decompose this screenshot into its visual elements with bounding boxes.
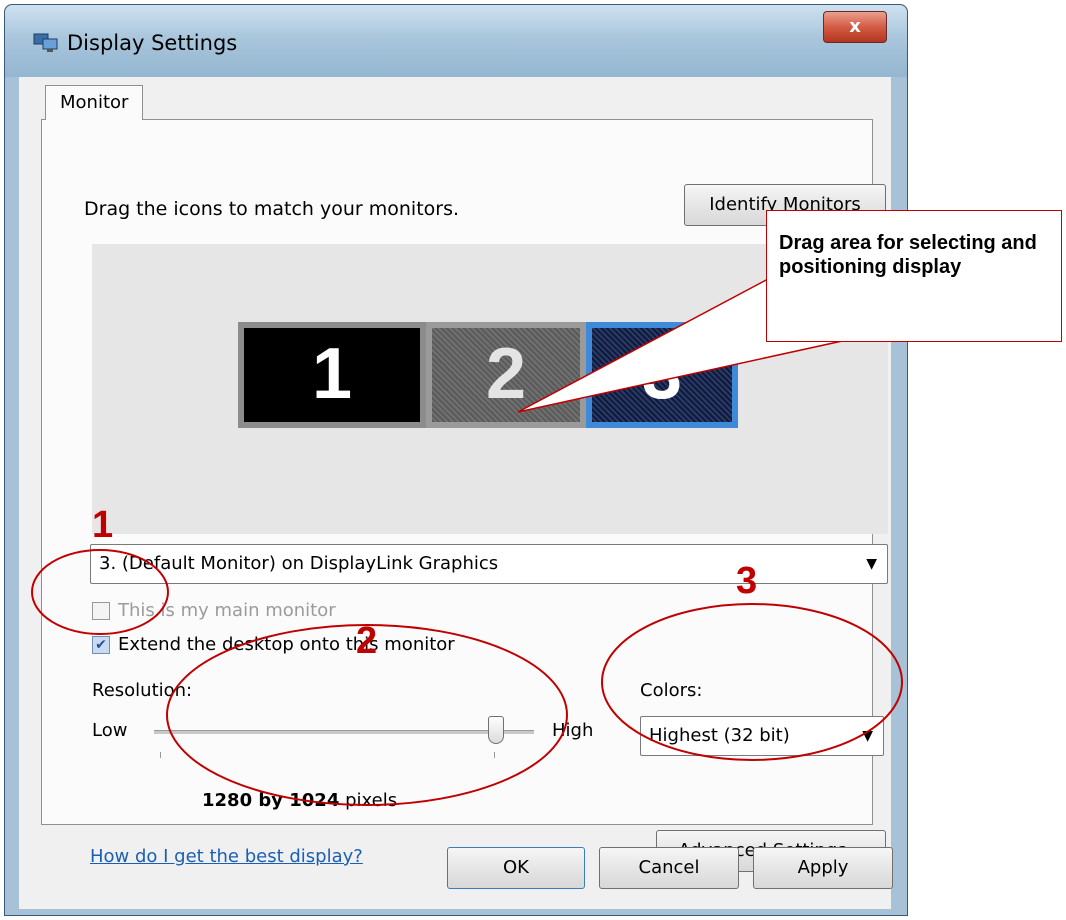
monitor-3-icon[interactable]: 3 — [586, 322, 738, 428]
resolution-unit: pixels — [345, 790, 398, 811]
instruction-text: Drag the icons to match your monitors. — [84, 198, 460, 220]
resolution-high-label: High — [552, 720, 594, 741]
close-button[interactable]: x — [823, 11, 887, 43]
display-settings-window: Display Settings x Monitor Drag the icon… — [4, 4, 908, 916]
slider-tick-min — [160, 752, 161, 758]
monitor-1-icon[interactable]: 1 — [238, 322, 426, 428]
extend-desktop-label[interactable]: Extend the desktop onto this monitor — [118, 634, 455, 655]
title-bar[interactable]: Display Settings x — [5, 5, 907, 77]
main-monitor-checkbox — [92, 602, 110, 620]
callout-text: Drag area for selecting and positioning … — [779, 232, 1037, 278]
monitor-dropdown[interactable]: 3. (Default Monitor) on DisplayLink Grap… — [90, 544, 888, 584]
resolution-slider-thumb[interactable] — [488, 716, 504, 744]
apply-button[interactable]: Apply — [753, 847, 893, 889]
window-title: Display Settings — [67, 31, 238, 55]
ok-button[interactable]: OK — [447, 847, 585, 889]
cancel-button[interactable]: Cancel — [599, 847, 739, 889]
resolution-value: 1280 by 1024 pixels — [202, 790, 397, 811]
best-display-help-link[interactable]: How do I get the best display? — [90, 846, 363, 867]
resolution-low-label: Low — [92, 720, 128, 741]
resolution-label: Resolution: — [92, 680, 193, 701]
tab-monitor[interactable]: Monitor — [45, 85, 144, 120]
annotation-number-2: 2 — [356, 620, 378, 662]
resolution-value-bold: 1280 by 1024 — [202, 790, 340, 811]
display-settings-icon — [33, 33, 58, 52]
colors-dropdown-value: Highest (32 bit) — [649, 725, 790, 746]
dialog-client-area: Monitor Drag the icons to match your mon… — [19, 77, 893, 909]
monitor-tab-panel: Drag the icons to match your monitors. I… — [41, 119, 888, 872]
resolution-slider-track[interactable] — [154, 730, 534, 734]
extend-desktop-checkbox[interactable]: ✔ — [92, 636, 110, 654]
annotation-number-3: 3 — [736, 560, 758, 602]
chevron-down-icon: ▼ — [866, 556, 877, 572]
colors-label: Colors: — [640, 680, 703, 701]
monitor-dropdown-value: 3. (Default Monitor) on DisplayLink Grap… — [99, 553, 499, 574]
chevron-down-icon: ▼ — [862, 728, 873, 744]
main-monitor-label: This is my main monitor — [118, 600, 336, 621]
drag-area-callout: Drag area for selecting and positioning … — [766, 210, 1062, 342]
monitor-2-icon[interactable]: 2 — [426, 322, 586, 428]
slider-tick-max — [494, 752, 495, 758]
annotation-number-1: 1 — [92, 504, 114, 546]
colors-dropdown[interactable]: Highest (32 bit) ▼ — [640, 716, 884, 756]
